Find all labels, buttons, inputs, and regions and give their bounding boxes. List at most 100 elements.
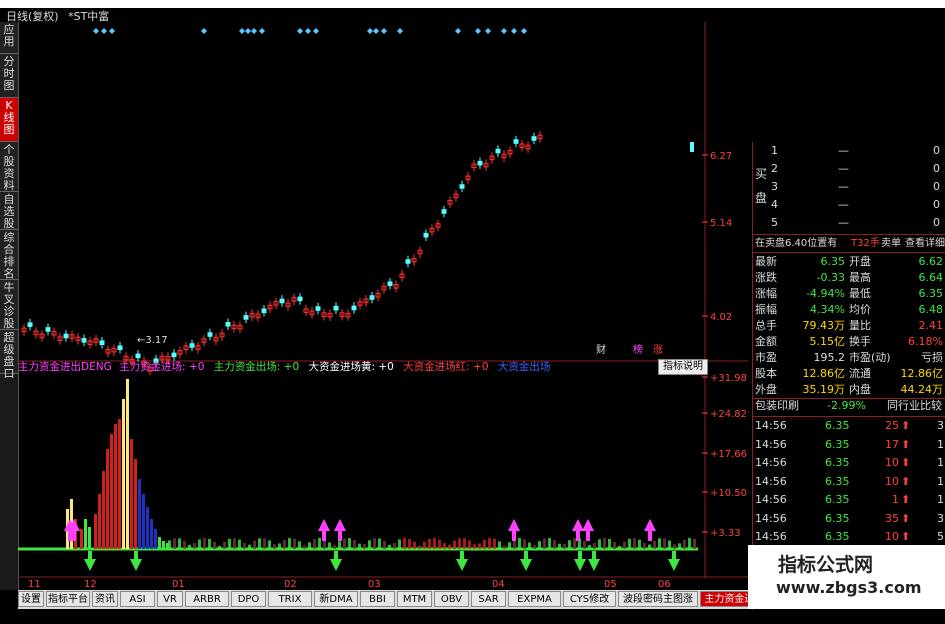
indicator-bar (228, 538, 231, 549)
left-tab[interactable]: 综合排名 (0, 230, 18, 280)
buy-arrow-icon (508, 519, 520, 541)
bottom-tab[interactable]: SAR (471, 591, 506, 607)
candle-body (441, 209, 447, 214)
bottom-tab[interactable]: TRIX (268, 591, 312, 607)
buy-arrow-icon (572, 519, 584, 541)
bottom-tab[interactable]: VR (157, 591, 183, 607)
left-tab[interactable]: 分时图 (0, 54, 18, 98)
indicator-bar (98, 494, 101, 549)
industry-compare-link[interactable]: 同行业比较 (887, 398, 942, 414)
quote-label: 最高 (849, 271, 871, 284)
candle-body (423, 232, 429, 238)
tick-price: 6.35 (825, 530, 850, 543)
bottom-tab[interactable]: CYS修改 (563, 591, 616, 607)
kline-chart[interactable]: 6.27 5.14 4.02 ←3.17 财 榜涨 +31.98 +24.82 +17.66 +1… (18, 22, 748, 590)
quote-row: 振幅 4.34% 均价 6.48 (753, 302, 945, 318)
price-axis-label: 6.27 (710, 151, 732, 162)
indicator-bar (150, 519, 153, 549)
candle-body (225, 321, 231, 327)
indicator-bar (114, 424, 117, 549)
quote-row: 外盘 35.19万 内盘 44.24万 (753, 382, 945, 398)
indicator-help-button[interactable]: 指标说明 (658, 359, 708, 375)
indicator-bar (518, 538, 521, 549)
bottom-tab[interactable]: 资讯 (92, 591, 118, 607)
up-arrow-icon: ⬆ (901, 437, 911, 451)
bottom-tab[interactable]: 设置 (18, 591, 44, 607)
tick-tail: 1 (937, 437, 944, 451)
quote-value: 5.15亿 (809, 335, 846, 348)
signal-diamond-icon (297, 28, 303, 34)
indicator-axis-label: +3.33 (710, 528, 741, 539)
candle-body (63, 333, 69, 339)
bottom-tab[interactable]: MTM (397, 591, 432, 607)
left-tab[interactable]: 牛叉诊股 (0, 280, 18, 330)
left-tab[interactable]: K线图 (0, 98, 18, 142)
left-tab[interactable]: 超级盘口 (0, 330, 18, 380)
orderbook-price: — (838, 180, 849, 193)
up-arrow-icon: ⬆ (901, 511, 911, 525)
bottom-tab[interactable]: BBI (360, 591, 395, 607)
indicator-bar (173, 538, 176, 549)
signal-diamond-icon (367, 28, 373, 34)
sell-info-qty: T32手 (851, 238, 880, 249)
sell-arrow-icon (668, 551, 680, 571)
buy-arrow-icon (334, 519, 346, 541)
quote-label: 最新 (755, 255, 777, 268)
tick-price: 6.35 (825, 511, 850, 525)
indicator-bar (558, 543, 561, 549)
left-tab[interactable]: 应用 (0, 22, 18, 54)
quote-value: 6.48 (918, 303, 944, 316)
indicator-bar (293, 538, 296, 549)
legend-big-in-red: 大资金进场红: +0 (403, 361, 489, 373)
indicator-bar (208, 538, 211, 549)
sector-name[interactable]: 包装印刷 (755, 398, 799, 414)
tick-time: 14:56 (755, 456, 787, 469)
bottom-tab[interactable]: 指标平台 (46, 591, 90, 607)
left-tab[interactable]: 自选股 (0, 192, 18, 230)
bottom-tab[interactable]: 新DMA (314, 591, 358, 607)
signal-diamond-icon (93, 28, 99, 34)
event-marker[interactable]: 财 (596, 343, 606, 356)
date-axis-label: 01 (172, 579, 185, 590)
tick-row: 14:56 6.35 17 ⬆ 1 (753, 437, 945, 453)
quote-value: 6.18% (908, 335, 943, 348)
orderbook-price: — (838, 216, 849, 229)
indicator-bar (433, 538, 436, 549)
candle-body (315, 306, 321, 311)
tick-price: 6.35 (825, 456, 850, 469)
indicator-bar (563, 543, 566, 549)
bottom-tab[interactable]: EXPMA (508, 591, 561, 607)
bottom-tab[interactable]: DPO (231, 591, 266, 607)
view-detail-link[interactable]: 查看详细 (905, 236, 945, 252)
quote-label: 流通 (849, 367, 871, 380)
quote-value: 4.34% (810, 303, 845, 316)
bottom-tab[interactable]: OBV (434, 591, 469, 607)
indicator-bar (478, 543, 481, 549)
indicator-bar (233, 538, 236, 549)
sell-arrow-icon (330, 551, 342, 571)
bottom-tab[interactable]: ASI (120, 591, 155, 607)
indicator-bar (573, 538, 576, 549)
candle-body (333, 305, 339, 311)
tick-time: 14:56 (755, 530, 787, 543)
signal-diamond-icon (259, 28, 265, 34)
up-arrow-icon: ⬆ (901, 530, 911, 543)
quote-value: 79.43万 (802, 319, 846, 332)
candle-body (297, 296, 303, 302)
indicator-bar (358, 543, 361, 549)
orderbook-qty: 0 (933, 198, 940, 211)
indicator-bar (268, 540, 271, 549)
watermark-url: www.zbgs3.com (776, 578, 922, 597)
event-marker[interactable]: 榜 (633, 343, 643, 356)
orderbook-price: — (838, 144, 849, 157)
bottom-tab[interactable]: 波段密码主图涨码 (618, 591, 698, 621)
sell-arrow-icon (84, 551, 96, 571)
event-marker[interactable]: 涨 (653, 344, 663, 356)
indicator-bar (688, 538, 691, 549)
sell-order-link[interactable]: 卖单 (881, 236, 901, 252)
left-tab[interactable]: 个股资料 (0, 142, 18, 192)
candle-body (279, 298, 285, 304)
quote-label: 市盈 (755, 351, 777, 364)
bottom-tab[interactable]: ARBR (185, 591, 229, 607)
quote-value: 44.24万 (900, 383, 944, 396)
